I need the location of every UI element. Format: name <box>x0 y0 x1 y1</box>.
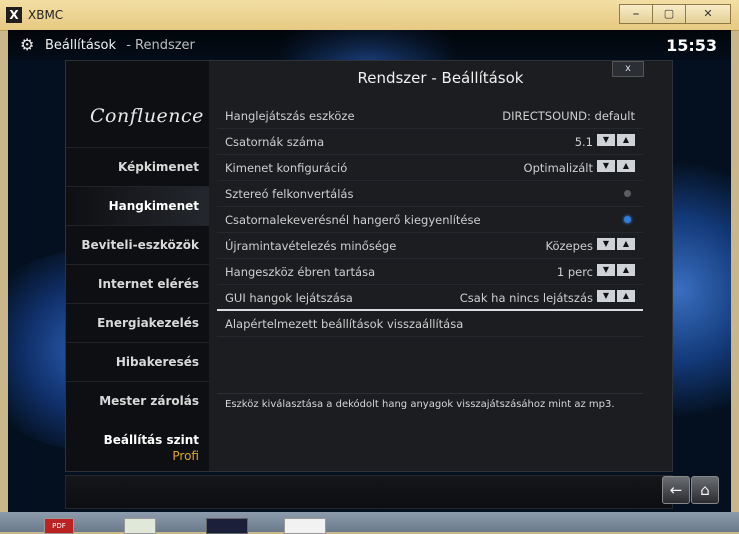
setting-label: Csatornák száma <box>225 135 325 149</box>
window-controls: ⎯ ▢ ✕ <box>619 4 731 24</box>
spin-up-button[interactable]: ▲ <box>617 290 635 302</box>
sidebar-item-hangkimenet[interactable]: Hangkimenet <box>66 186 209 225</box>
xbmc-app-icon: X <box>6 7 22 23</box>
setting-value: 5.1 <box>574 135 593 149</box>
category-list: Képkimenet Hangkimenet Beviteli-eszközök… <box>66 147 209 420</box>
settings-sidebar: Confluence Képkimenet Hangkimenet Bevite… <box>66 61 209 471</box>
setting-row-reset-defaults[interactable]: Alapértelmezett beállítások visszaállítá… <box>217 311 643 337</box>
spin-up-button[interactable]: ▲ <box>617 238 635 250</box>
setting-value: Közepes <box>545 239 593 253</box>
sidebar-item-kepkimenet[interactable]: Képkimenet <box>66 147 209 186</box>
settings-main: Rendszer - Beállítások x Hanglejátszás e… <box>209 61 672 471</box>
clock: 15:53 <box>666 36 717 55</box>
gear-icon: ⚙ <box>20 35 35 54</box>
setting-row-audio-device[interactable]: Hanglejátszás eszköze DIRECTSOUND: defau… <box>217 103 643 129</box>
back-arrow-icon[interactable]: ← <box>662 476 690 504</box>
radio-on-icon[interactable] <box>624 216 631 223</box>
close-window-button[interactable]: ✕ <box>685 4 731 24</box>
window-titlebar[interactable]: X XBMC ⎯ ▢ ✕ <box>0 0 739 31</box>
setting-row-channels[interactable]: Csatornák száma 5.1 ▼ ▲ <box>217 129 643 155</box>
window-title: XBMC <box>28 8 64 22</box>
setting-row-normalize-downmix[interactable]: Csatornalekeverésnél hangerő kiegyenlíté… <box>217 207 643 233</box>
setting-row-gui-sounds[interactable]: GUI hangok lejátszása Csak ha nincs lejá… <box>217 285 643 311</box>
breadcrumb-section: Beállítások <box>45 38 117 53</box>
setting-row-keep-alive[interactable]: Hangeszköz ébren tartása 1 perc ▼ ▲ <box>217 259 643 285</box>
spin-down-button[interactable]: ▼ <box>597 264 615 276</box>
setting-value: 1 perc <box>556 265 593 279</box>
close-dialog-button[interactable]: x <box>612 61 644 77</box>
radio-off-icon[interactable] <box>624 190 631 197</box>
spin-down-button[interactable]: ▼ <box>597 134 615 146</box>
spin-control: ▼ ▲ <box>597 134 635 146</box>
dialog-title: Rendszer - Beállítások <box>357 69 524 87</box>
bottom-bar <box>65 475 673 509</box>
spin-down-button[interactable]: ▼ <box>597 160 615 172</box>
setting-label: Újramintavételezés minősége <box>225 239 397 253</box>
minimize-button[interactable]: ⎯ <box>619 4 653 24</box>
sidebar-item-mester-zarolas[interactable]: Mester zárolás <box>66 381 209 420</box>
spin-down-button[interactable]: ▼ <box>597 290 615 302</box>
sidebar-item-energiakezeles[interactable]: Energiakezelés <box>66 303 209 342</box>
spin-down-button[interactable]: ▼ <box>597 238 615 250</box>
spin-up-button[interactable]: ▲ <box>617 264 635 276</box>
setting-value: DIRECTSOUND: default <box>502 109 635 123</box>
spin-up-button[interactable]: ▲ <box>617 160 635 172</box>
spin-control: ▼ ▲ <box>597 238 635 250</box>
maximize-button[interactable]: ▢ <box>652 4 686 24</box>
setting-label: GUI hangok lejátszása <box>225 291 353 305</box>
sidebar-item-beviteli-eszkozok[interactable]: Beviteli-eszközök <box>66 225 209 264</box>
setting-label: Csatornalekeverésnél hangerő kiegyenlíté… <box>225 213 481 227</box>
breadcrumb-subsection: - Rendszer <box>126 38 195 53</box>
settings-level[interactable]: Beállítás szint Profi <box>104 433 199 463</box>
home-icon[interactable]: ⌂ <box>691 476 719 504</box>
spin-control: ▼ ▲ <box>597 290 635 302</box>
setting-value: Csak ha nincs lejátszás <box>459 291 593 305</box>
spin-up-button[interactable]: ▲ <box>617 134 635 146</box>
setting-label: Hangeszköz ébren tartása <box>225 265 376 279</box>
settings-level-value: Profi <box>172 449 199 463</box>
description-divider <box>217 393 643 394</box>
header-bar: ⚙ Beállítások - Rendszer 15:53 <box>8 30 731 60</box>
setting-row-stereo-upmix[interactable]: Sztereó felkonvertálás <box>217 181 643 207</box>
setting-row-output-config[interactable]: Kimenet konfiguráció Optimalizált ▼ ▲ <box>217 155 643 181</box>
xbmc-screen: ⚙ Beállítások - Rendszer 15:53 Confluenc… <box>8 30 731 512</box>
setting-label: Hanglejátszás eszköze <box>225 109 355 123</box>
settings-list: Hanglejátszás eszköze DIRECTSOUND: defau… <box>217 103 643 337</box>
setting-value: Optimalizált <box>523 161 593 175</box>
breadcrumb: Beállítások - Rendszer <box>45 38 195 53</box>
spin-control: ▼ ▲ <box>597 160 635 172</box>
sidebar-item-hibakereses[interactable]: Hibakeresés <box>66 342 209 381</box>
spin-control: ▼ ▲ <box>597 264 635 276</box>
setting-label: Kimenet konfiguráció <box>225 161 348 175</box>
settings-level-title: Beállítás szint <box>103 433 199 447</box>
settings-dialog: Confluence Képkimenet Hangkimenet Bevite… <box>65 60 673 472</box>
taskbar: PDF <box>0 512 739 534</box>
confluence-logo: Confluence <box>90 105 204 127</box>
sidebar-item-internet-eleres[interactable]: Internet elérés <box>66 264 209 303</box>
setting-description: Eszköz kiválasztása a dekódolt hang anya… <box>225 399 615 410</box>
setting-row-resample-quality[interactable]: Újramintavételezés minősége Közepes ▼ ▲ <box>217 233 643 259</box>
setting-label: Sztereó felkonvertálás <box>225 187 354 201</box>
reset-defaults-button: Alapértelmezett beállítások visszaállítá… <box>225 317 464 331</box>
